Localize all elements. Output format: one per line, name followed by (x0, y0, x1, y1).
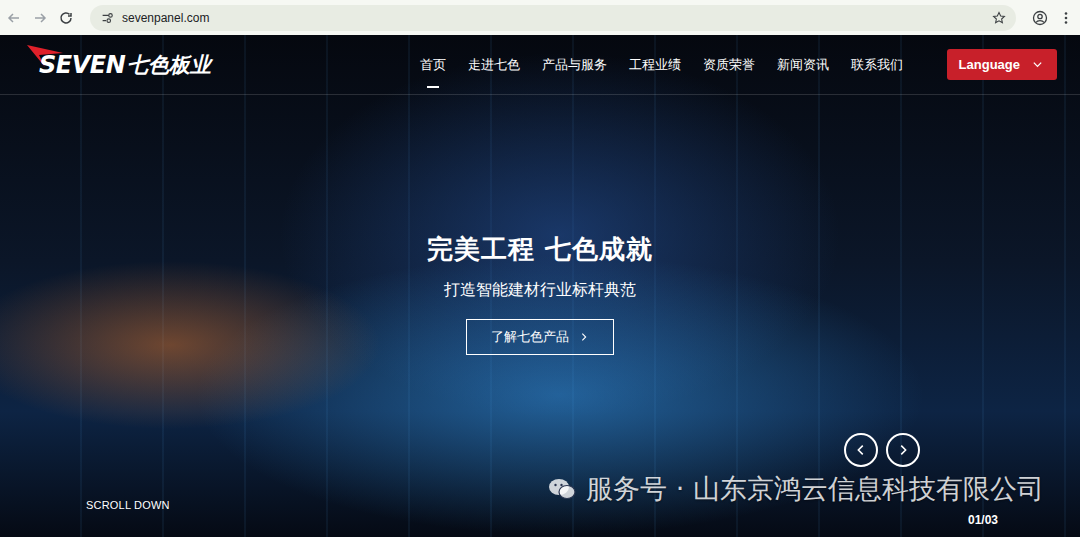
wechat-icon (548, 477, 576, 501)
hero-banner: SEVEN 七色板业 首页 走进七色 产品与服务 工程业绩 资质荣誉 新闻资讯 … (0, 35, 1080, 537)
back-arrow-icon[interactable] (6, 10, 22, 26)
prev-slide-button[interactable] (844, 433, 878, 467)
chevron-right-icon (896, 443, 910, 457)
logo[interactable]: SEVEN 七色板业 (25, 51, 211, 79)
profile-icon[interactable] (1032, 10, 1048, 26)
language-button[interactable]: Language (947, 49, 1057, 80)
products-button[interactable]: 了解七色产品 (466, 319, 614, 355)
hero-content: 完美工程 七色成就 打造智能建材行业标杆典范 了解七色产品 (0, 95, 1080, 537)
star-icon[interactable] (992, 11, 1006, 25)
address-bar[interactable]: sevenpanel.com (90, 5, 1016, 31)
chevron-down-icon (1032, 59, 1043, 70)
nav-item[interactable]: 资质荣誉 (703, 50, 755, 80)
hero-title: 完美工程 七色成就 (427, 233, 653, 265)
nav-item[interactable]: 走进七色 (468, 50, 520, 80)
browser-window: sevenpanel.com SEVEN 七色板业 首页 走进七色 产品与服务 … (0, 0, 1080, 537)
site-header: SEVEN 七色板业 首页 走进七色 产品与服务 工程业绩 资质荣誉 新闻资讯 … (0, 35, 1080, 95)
nav-item[interactable]: 新闻资讯 (777, 50, 829, 80)
site-info-icon[interactable] (100, 11, 114, 25)
nav-item[interactable]: 首页 (420, 50, 446, 80)
main-nav: 首页 走进七色 产品与服务 工程业绩 资质荣誉 新闻资讯 联系我们 (420, 50, 903, 80)
slide-counter: 01/03 (968, 513, 998, 527)
nav-item[interactable]: 工程业绩 (629, 50, 681, 80)
watermark: 服务号 · 山东京鸿云信息科技有限公司 (548, 471, 1044, 507)
chevron-left-icon (854, 443, 868, 457)
active-underline (427, 86, 439, 88)
nav-item[interactable]: 产品与服务 (542, 50, 607, 80)
scroll-down-hint[interactable]: SCROLL DOWN (86, 499, 170, 511)
forward-arrow-icon[interactable] (32, 10, 48, 26)
browser-toolbar: sevenpanel.com (0, 0, 1080, 35)
chevron-right-icon (579, 332, 589, 342)
hero-subtitle: 打造智能建材行业标杆典范 (444, 279, 636, 301)
menu-dots-icon[interactable] (1058, 10, 1074, 26)
url-text[interactable]: sevenpanel.com (122, 11, 984, 25)
nav-item[interactable]: 联系我们 (851, 50, 903, 80)
next-slide-button[interactable] (886, 433, 920, 467)
slider-controls (844, 433, 920, 467)
reload-icon[interactable] (58, 10, 74, 26)
